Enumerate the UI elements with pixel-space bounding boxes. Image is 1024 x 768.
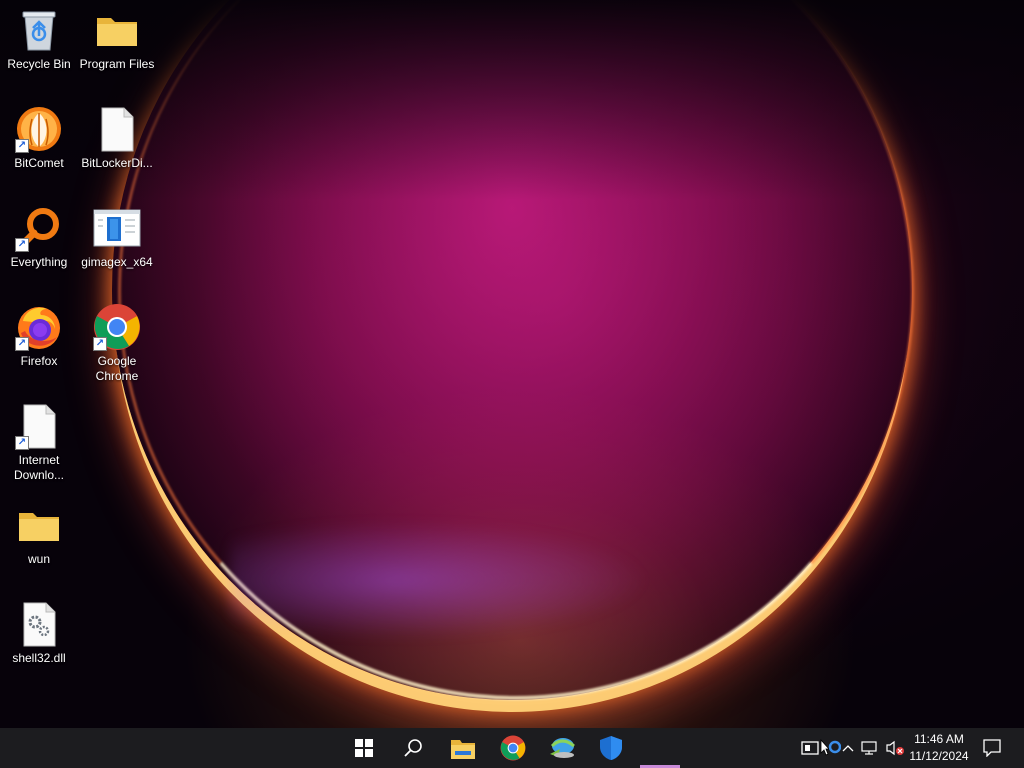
- desktop-icon-label: Everything: [10, 255, 68, 269]
- taskbar: 11:46 AM 11/12/2024: [0, 728, 1024, 768]
- desktop-icon-label: Recycle Bin: [7, 57, 71, 71]
- window-app-icon: [93, 204, 141, 252]
- everything-search-icon: ↗: [15, 204, 63, 252]
- idm-icon: [550, 738, 575, 758]
- desktop-icon-internet-download-manager[interactable]: ↗ Internet Downlo...: [0, 402, 78, 483]
- chrome-icon: ↗: [93, 303, 141, 351]
- desktop-icon-gimagex[interactable]: gimagex_x64: [78, 204, 156, 270]
- shortcut-arrow-icon: ↗: [15, 436, 29, 450]
- desktop-icon-label: wun: [27, 552, 50, 566]
- dll-file-icon: [15, 600, 63, 648]
- desktop-icon-label: gimagex_x64: [81, 255, 153, 269]
- desktop-icon-wun[interactable]: wun: [0, 501, 78, 567]
- desktop-icon-label: Program Files: [79, 57, 155, 71]
- desktop-icon-shell32[interactable]: shell32.dll: [0, 600, 78, 666]
- desktop-icon-label: Internet Downlo...: [13, 453, 65, 482]
- shortcut-arrow-icon: ↗: [15, 238, 29, 252]
- chevron-up-icon: [842, 745, 854, 752]
- desktop-icon-recycle-bin[interactable]: Recycle Bin: [0, 6, 78, 72]
- desktop-icon-firefox[interactable]: ↗ Firefox: [0, 303, 78, 369]
- chrome-icon: [500, 735, 526, 761]
- wallpaper-glow: [230, 520, 650, 640]
- network-button[interactable]: [860, 728, 880, 768]
- file-explorer-button[interactable]: [439, 728, 487, 768]
- desktop-icon-label: Firefox: [20, 354, 58, 368]
- show-hidden-icons-button[interactable]: [840, 728, 856, 768]
- start-button[interactable]: [340, 728, 388, 768]
- desktop-icon-everything[interactable]: ↗ Everything: [0, 204, 78, 270]
- shortcut-arrow-icon: ↗: [93, 337, 107, 351]
- clock-button[interactable]: 11:46 AM 11/12/2024: [902, 731, 976, 765]
- desktop-icon-program-files[interactable]: Program Files: [78, 6, 156, 72]
- windows-security-button[interactable]: [587, 728, 635, 768]
- clock-date: 11/12/2024: [909, 749, 969, 763]
- blank-file-icon: [93, 105, 141, 153]
- desktop-icon-google-chrome[interactable]: ↗ Google Chrome: [78, 303, 156, 384]
- chrome-button[interactable]: [489, 728, 537, 768]
- folder-icon: [15, 501, 63, 549]
- shield-icon: [600, 736, 622, 760]
- desktop-icon-bitcomet[interactable]: ↗ BitComet: [0, 105, 78, 171]
- windows-logo-icon: [355, 739, 373, 757]
- clock-time: 11:46 AM: [914, 732, 964, 746]
- file-explorer-icon: [451, 740, 475, 759]
- shortcut-arrow-icon: ↗: [15, 139, 29, 153]
- desktop-icon-label: BitLockerDi...: [81, 156, 153, 170]
- desktop-icon-label: shell32.dll: [12, 651, 66, 665]
- shortcut-arrow-icon: ↗: [15, 337, 29, 351]
- firefox-icon: ↗: [15, 303, 63, 351]
- desktop: Recycle Bin Program Files ↗ BitComet Bit…: [0, 0, 1024, 768]
- notification-icon: [983, 739, 1001, 757]
- search-button[interactable]: [389, 728, 437, 768]
- search-ring-icon: [828, 740, 841, 754]
- desktop-icon-label: BitComet: [14, 156, 64, 170]
- network-icon: [861, 741, 877, 755]
- folder-icon: [93, 6, 141, 54]
- recycle-bin-icon: [15, 6, 63, 54]
- tray-app-icon: [801, 741, 819, 755]
- tray-app-button[interactable]: [798, 728, 822, 768]
- desktop-icon-label: Google Chrome: [95, 354, 139, 383]
- internet-download-manager-button[interactable]: [538, 728, 586, 768]
- notifications-button[interactable]: [978, 728, 1006, 768]
- blank-file-icon: ↗: [15, 402, 63, 450]
- search-icon: [404, 739, 422, 757]
- bitcomet-icon: ↗: [15, 105, 63, 153]
- desktop-icon-bitlocker[interactable]: BitLockerDi...: [78, 105, 156, 171]
